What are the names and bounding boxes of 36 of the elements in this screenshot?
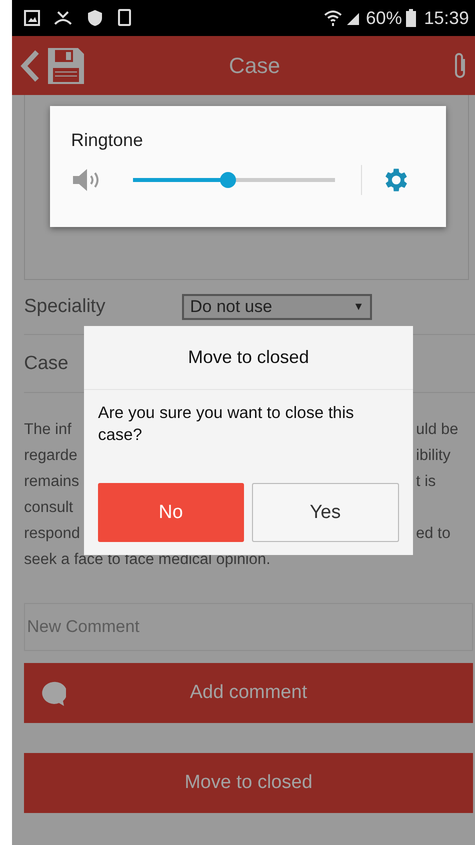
disclaimer-text: remains bbox=[24, 472, 80, 492]
image-icon bbox=[24, 10, 40, 26]
disclaimer-text: The inf bbox=[24, 420, 72, 440]
speech-bubble-icon bbox=[40, 681, 66, 707]
dialog-message: Are you sure you want to close this case? bbox=[97, 403, 355, 446]
disclaimer-text: t is bbox=[415, 472, 436, 492]
speciality-dropdown[interactable]: Do not use ▼ bbox=[182, 294, 372, 320]
slider-thumb[interactable] bbox=[220, 172, 236, 188]
yes-button[interactable]: Yes bbox=[252, 483, 399, 542]
disclaimer-text: seek a face to face medical opinion. bbox=[24, 550, 270, 570]
disclaimer-text: respond bbox=[24, 524, 80, 544]
battery-percent: 60% bbox=[366, 8, 402, 28]
disclaimer-text: regarde bbox=[24, 446, 78, 466]
volume-label: Ringtone bbox=[71, 130, 144, 151]
shield-icon bbox=[86, 9, 104, 27]
move-to-closed-button[interactable]: Move to closed bbox=[24, 753, 473, 813]
disclaimer-text: ed to bbox=[415, 524, 450, 544]
comment-field[interactable]: New Comment bbox=[24, 603, 473, 651]
add-comment-button[interactable]: Add comment bbox=[24, 663, 473, 723]
disclaimer-text: uld be bbox=[415, 420, 458, 440]
back-icon[interactable] bbox=[20, 48, 40, 82]
field-label: Speciality bbox=[24, 296, 106, 318]
disclaimer-text: ibility bbox=[415, 446, 450, 466]
clock: 15:39 bbox=[424, 8, 469, 28]
screen-title: Case bbox=[228, 52, 282, 78]
phone-icon bbox=[118, 9, 132, 27]
save-icon[interactable] bbox=[46, 46, 86, 86]
disclaimer-text: consult bbox=[24, 498, 74, 518]
no-button[interactable]: No bbox=[98, 483, 244, 542]
wifi-icon bbox=[324, 9, 342, 27]
paperclip-icon[interactable] bbox=[453, 50, 467, 80]
field-label: Case bbox=[24, 352, 70, 374]
battery-icon bbox=[406, 9, 416, 27]
dialog-title: Move to closed bbox=[84, 326, 413, 390]
missed-call-icon bbox=[54, 10, 72, 26]
speaker-icon bbox=[71, 167, 101, 193]
